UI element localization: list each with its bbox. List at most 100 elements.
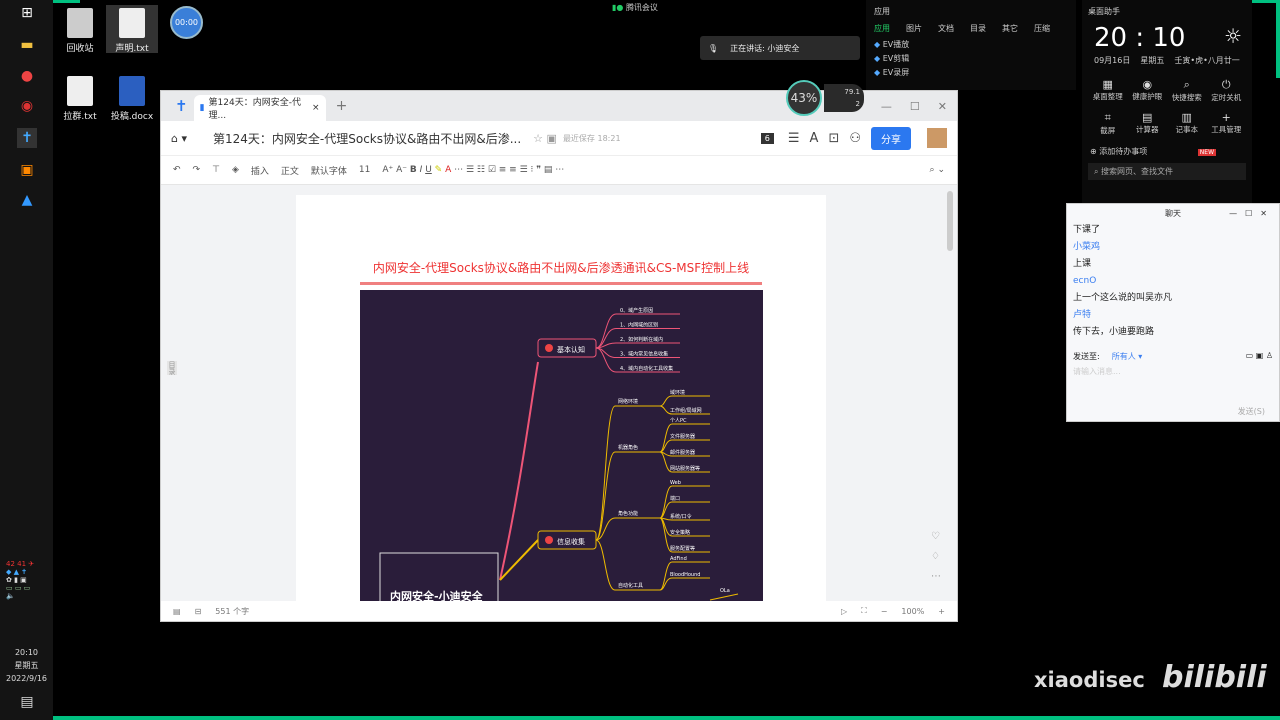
todo-label: 添加待办事项 — [1099, 147, 1148, 156]
mindmap-leaf: 系统/口令 — [670, 513, 692, 520]
tool-label: 定时关机 — [1211, 93, 1242, 102]
meeting-indicator[interactable]: ▮● 腾讯会议 — [612, 2, 658, 13]
desktop-icon-recycle-bin[interactable]: 回收站 — [54, 8, 106, 54]
bilibili-logo: bilibili — [1162, 660, 1267, 695]
clear-format-icon[interactable]: ◈ — [232, 165, 239, 175]
clock[interactable]: 20:10 星期五 2022/9/16 — [0, 646, 53, 685]
word-count[interactable]: 551 个字 — [215, 606, 249, 617]
outline-icon[interactable]: ▤ — [173, 607, 181, 616]
cpu-gauge[interactable]: 43% — [786, 80, 822, 116]
add-todo[interactable]: ⊕ 添加待办事项 NEW — [1082, 146, 1252, 157]
fullscreen-icon[interactable]: ⛶ — [861, 606, 867, 616]
header-tools-icons[interactable]: ☰A⊡⚇ — [788, 131, 871, 146]
font-size-select[interactable]: 11 — [359, 165, 370, 175]
tool-6[interactable]: ▥ 记事本 — [1167, 111, 1207, 136]
mindmap-leaf: 文件服务器 — [670, 433, 695, 440]
speaking-text: 正在讲话: 小迪安全 — [730, 43, 800, 53]
mindmap-leaf: Web — [670, 480, 681, 486]
apps-tab[interactable]: 图片 — [906, 23, 922, 34]
close-tab-icon[interactable]: × — [312, 103, 320, 113]
tool-3[interactable]: ⏻ 定时关机 — [1207, 78, 1247, 103]
apps-tab[interactable]: 应用 — [874, 23, 890, 34]
tool-icon: ▥ — [1181, 111, 1192, 124]
scrollbar[interactable] — [947, 191, 953, 251]
chat-input[interactable]: 请输入消息... — [1067, 362, 1279, 381]
windows-start-icon[interactable]: ⊞ — [17, 3, 37, 23]
tool-5[interactable]: ▤ 计算器 — [1128, 111, 1168, 136]
speaking-indicator: 🎙 正在讲话: 小迪安全 — [700, 36, 860, 60]
tool-0[interactable]: ▦ 桌面整理 — [1088, 78, 1128, 103]
docs-app-icon[interactable]: ✝ — [17, 128, 37, 148]
collaborator-count[interactable]: 6 — [760, 132, 774, 144]
share-button[interactable]: 分享 — [871, 126, 911, 150]
chat-window-controls[interactable]: —☐✕ — [1229, 209, 1275, 218]
mindmap-leaf: 安全策略 — [670, 529, 690, 536]
apps-tab[interactable]: 文档 — [938, 23, 954, 34]
outline-toggle[interactable]: 目录 — [167, 361, 177, 375]
minimize-icon[interactable]: — — [881, 100, 892, 113]
insert-button[interactable]: 插入 — [251, 164, 269, 177]
page-width-icon[interactable]: ⊟ — [195, 607, 202, 616]
tab-document[interactable]: ▮ 第124天：内网安全-代理... × — [193, 95, 326, 121]
app-item-ev-player[interactable]: ◆ EV播放 — [874, 38, 1068, 52]
app2-icon[interactable]: ▣ — [17, 160, 37, 180]
tab-title: 第124天：内网安全-代理... — [208, 98, 301, 121]
app-item-ev-editor[interactable]: ◆ EV剪辑 — [874, 52, 1068, 66]
font-select[interactable]: 默认字体 — [311, 164, 347, 177]
apps-tab[interactable]: 目录 — [970, 23, 986, 34]
format-painter-icon[interactable]: ⊤ — [212, 165, 220, 175]
zoom-out-icon[interactable]: − — [881, 607, 888, 616]
new-tab-icon[interactable]: + — [336, 98, 348, 114]
zoom-level: 100% — [901, 606, 925, 616]
tool-icon: ◉ — [1142, 78, 1153, 91]
tool-1[interactable]: ◉ 健康护眼 — [1128, 78, 1168, 103]
file-explorer-icon[interactable]: ▬ — [17, 35, 37, 55]
style-select[interactable]: 正文 — [281, 164, 299, 177]
tool-label: 桌面整理 — [1092, 92, 1123, 101]
assistant-search[interactable]: ⌕ 搜索网页、查找文件 — [1088, 163, 1246, 180]
mindmap-group-label: 机器角色 — [618, 444, 638, 451]
undo-icon[interactable]: ↶ — [173, 165, 181, 175]
send-button[interactable]: 发送(S) — [1238, 406, 1265, 417]
app-item-ev-recorder[interactable]: ◆ EV录屏 — [874, 66, 1068, 80]
search-icon[interactable]: ⌕ ⌄ — [930, 165, 945, 175]
star-icon[interactable]: ☆ ▣ — [533, 132, 557, 145]
close-icon[interactable]: ✕ — [938, 100, 947, 113]
date: 09月16日 — [1094, 56, 1131, 65]
apps-tab[interactable]: 其它 — [1002, 23, 1018, 34]
send-to-select[interactable]: 所有人 ▾ — [1112, 351, 1143, 362]
desktop-icon-docx[interactable]: 投稿.docx — [106, 76, 158, 122]
avatar[interactable] — [927, 128, 947, 148]
tool-7[interactable]: + 工具管理 — [1207, 111, 1247, 136]
desktop-icon-group[interactable]: 拉群.txt — [54, 76, 106, 122]
mindmap-leaf: 0、域产生原因 — [620, 307, 653, 314]
chrome-icon[interactable]: ● — [17, 66, 37, 86]
redo-icon[interactable]: ↷ — [193, 165, 201, 175]
mindmap-leaf: OLa — [720, 588, 730, 594]
weekday: 星期五 — [1140, 56, 1165, 65]
doc-title[interactable]: 第124天：内网安全-代理Socks协议&路由不出网&后渗... — [213, 130, 521, 147]
chat-tools-icons[interactable]: ▭ ▣ ♙ — [1246, 351, 1273, 362]
maximize-icon[interactable]: ☐ — [910, 100, 920, 113]
watermark-user: xiaodisec — [1034, 668, 1145, 692]
tool-label: 计算器 — [1136, 125, 1159, 134]
format-buttons[interactable]: A⁺ A⁻ B I U ✎ A ⋯ ☰ ☷ ☑ ≡ ≡ ☰ ⁝ ❞ ▤ ⋯ — [382, 165, 564, 175]
app3-icon[interactable]: ▲ — [17, 190, 37, 210]
zoom-in-icon[interactable]: + — [938, 607, 945, 616]
play-icon[interactable]: ▷ — [841, 607, 847, 616]
tool-4[interactable]: ⌗ 截屏 — [1088, 111, 1128, 136]
mindmap-group-label: 自动化工具 — [618, 582, 643, 589]
desktop-icon-statement[interactable]: 声明.txt — [106, 5, 158, 54]
side-actions[interactable]: ♡ ♢ ⋯ — [931, 527, 941, 587]
save-status: 最近保存 18:21 — [562, 133, 621, 143]
notification-icon[interactable]: ▤ — [17, 692, 37, 712]
apps-tab[interactable]: 压缩 — [1034, 23, 1050, 34]
mindmap-leaf: BloodHound — [670, 572, 700, 578]
tray-icons[interactable]: 42 41 ✈ ◆ ▲ ✝ ✿ ▮ ▣ ▭ ▭ ▭ 🔈 — [6, 560, 34, 600]
home-icon[interactable]: ⌂ ▾ — [171, 132, 187, 145]
timer-widget[interactable]: 00:00 — [170, 6, 203, 39]
app-icon[interactable]: ◉ — [17, 96, 37, 116]
mindmap-leaf: AdFind — [670, 556, 687, 562]
mindmap-leaf: 服务配置等 — [670, 545, 695, 552]
tool-2[interactable]: ⌕ 快捷搜索 — [1167, 78, 1207, 103]
